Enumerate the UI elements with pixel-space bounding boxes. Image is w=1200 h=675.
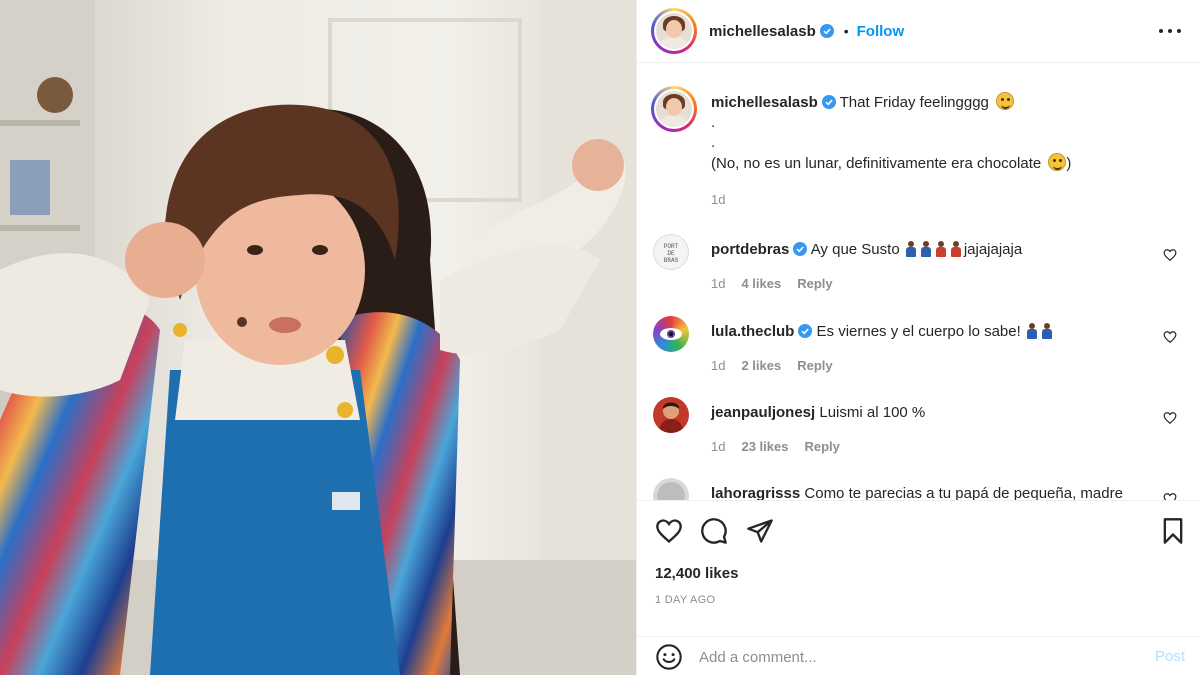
winking-tongue-emoji-icon [996,92,1015,110]
comment-like-heart-icon[interactable] [1163,248,1177,262]
comment-text: Como te parecias a tu papá de pequeña, m… [804,485,1123,500]
post-detail-panel: michellesalasb • Follow michellesalasb T… [636,0,1200,675]
comment-time[interactable]: 1d [711,356,725,376]
dancer-emoji-icon [1025,323,1039,339]
commenter-username[interactable]: lula.theclub [711,323,794,340]
comment-likes[interactable]: 2 likes [741,356,781,376]
caption-text: ) [1066,155,1072,172]
post-timestamp: 1 DAY AGO [655,594,716,606]
comment-like-heart-icon[interactable] [1163,492,1177,500]
commenter-avatar[interactable]: PORT DE BRAS [653,234,689,270]
caption-username[interactable]: michellesalasb [711,94,818,111]
caption-text: That Friday feelingggg [839,94,989,111]
save-bookmark-icon[interactable] [1159,517,1187,545]
svg-text:PORT: PORT [664,243,679,250]
commenter-avatar[interactable] [653,316,689,352]
more-options-icon[interactable] [1159,20,1181,42]
add-comment-bar: Post [637,636,1200,675]
caption-author-avatar[interactable] [651,86,697,132]
caption-text: (No, no es un lunar, definitivamente era… [711,155,1042,172]
separator-dot: • [843,23,849,39]
person-avatar-icon [659,402,683,433]
dancer-emoji-icon [949,241,963,257]
gray-avatar-icon [657,482,685,500]
svg-text:BRAS: BRAS [664,257,679,264]
dancer-emoji-icon [904,241,918,257]
comment-text: Luismi al 100 % [819,404,926,421]
comment-like-heart-icon[interactable] [1163,411,1177,425]
comment-likes[interactable]: 4 likes [741,274,781,294]
follow-button[interactable]: Follow [857,23,905,40]
likes-count[interactable]: 12,400 likes [655,565,738,582]
comments-section[interactable]: michellesalasb That Friday feelingggg . … [637,64,1200,500]
comment-bubble-icon[interactable] [700,517,728,545]
comment-text: Es viernes y el cuerpo lo sabe! [816,323,1021,340]
comment-like-heart-icon[interactable] [1163,330,1177,344]
commenter-avatar[interactable] [653,478,689,500]
share-send-icon[interactable] [746,517,774,545]
author-avatar[interactable] [651,8,697,54]
comment-likes[interactable]: 23 likes [741,437,788,457]
commenter-username[interactable]: portdebras [711,241,789,258]
svg-text:DE: DE [667,250,675,257]
add-comment-input[interactable] [699,645,1129,669]
post-actions: 12,400 likes 1 DAY AGO [637,500,1200,640]
author-username[interactable]: michellesalasb [709,23,816,40]
post-header: michellesalasb • Follow [637,0,1200,63]
grinning-sweat-emoji-icon [1048,153,1067,171]
commenter-username[interactable]: jeanpauljonesj [711,404,815,421]
post-comment-button[interactable]: Post [1155,648,1185,665]
post-photo [0,0,636,675]
dancer-emoji-icon [919,241,933,257]
verified-badge-icon [793,242,808,256]
caption-line: . [711,134,716,151]
author-avatar-image [656,13,692,49]
reply-button[interactable]: Reply [797,356,832,376]
like-heart-icon[interactable] [655,517,683,545]
eye-logo-icon [660,328,682,340]
comment-time[interactable]: 1d [711,437,725,457]
verified-badge-icon [798,324,813,338]
dancer-emoji-icon [1040,323,1054,339]
caption-line: . [711,114,716,131]
commenter-username[interactable]: lahoragrisss [711,485,800,500]
comment-time[interactable]: 1d [711,274,725,294]
comment-text: Ay que Susto [810,241,900,258]
caption-time[interactable]: 1d [711,190,725,210]
post-photo-illustration [0,0,636,675]
dancer-emoji-icon [934,241,948,257]
reply-button[interactable]: Reply [797,274,832,294]
reply-button[interactable]: Reply [804,437,839,457]
verified-badge-icon [819,24,834,38]
portdebras-logo-icon: PORT DE BRAS [664,243,679,264]
comment-text: jajajajaja [963,241,1023,258]
verified-badge-icon [821,95,836,109]
commenter-avatar[interactable] [653,397,689,433]
emoji-picker-icon[interactable] [655,643,683,671]
